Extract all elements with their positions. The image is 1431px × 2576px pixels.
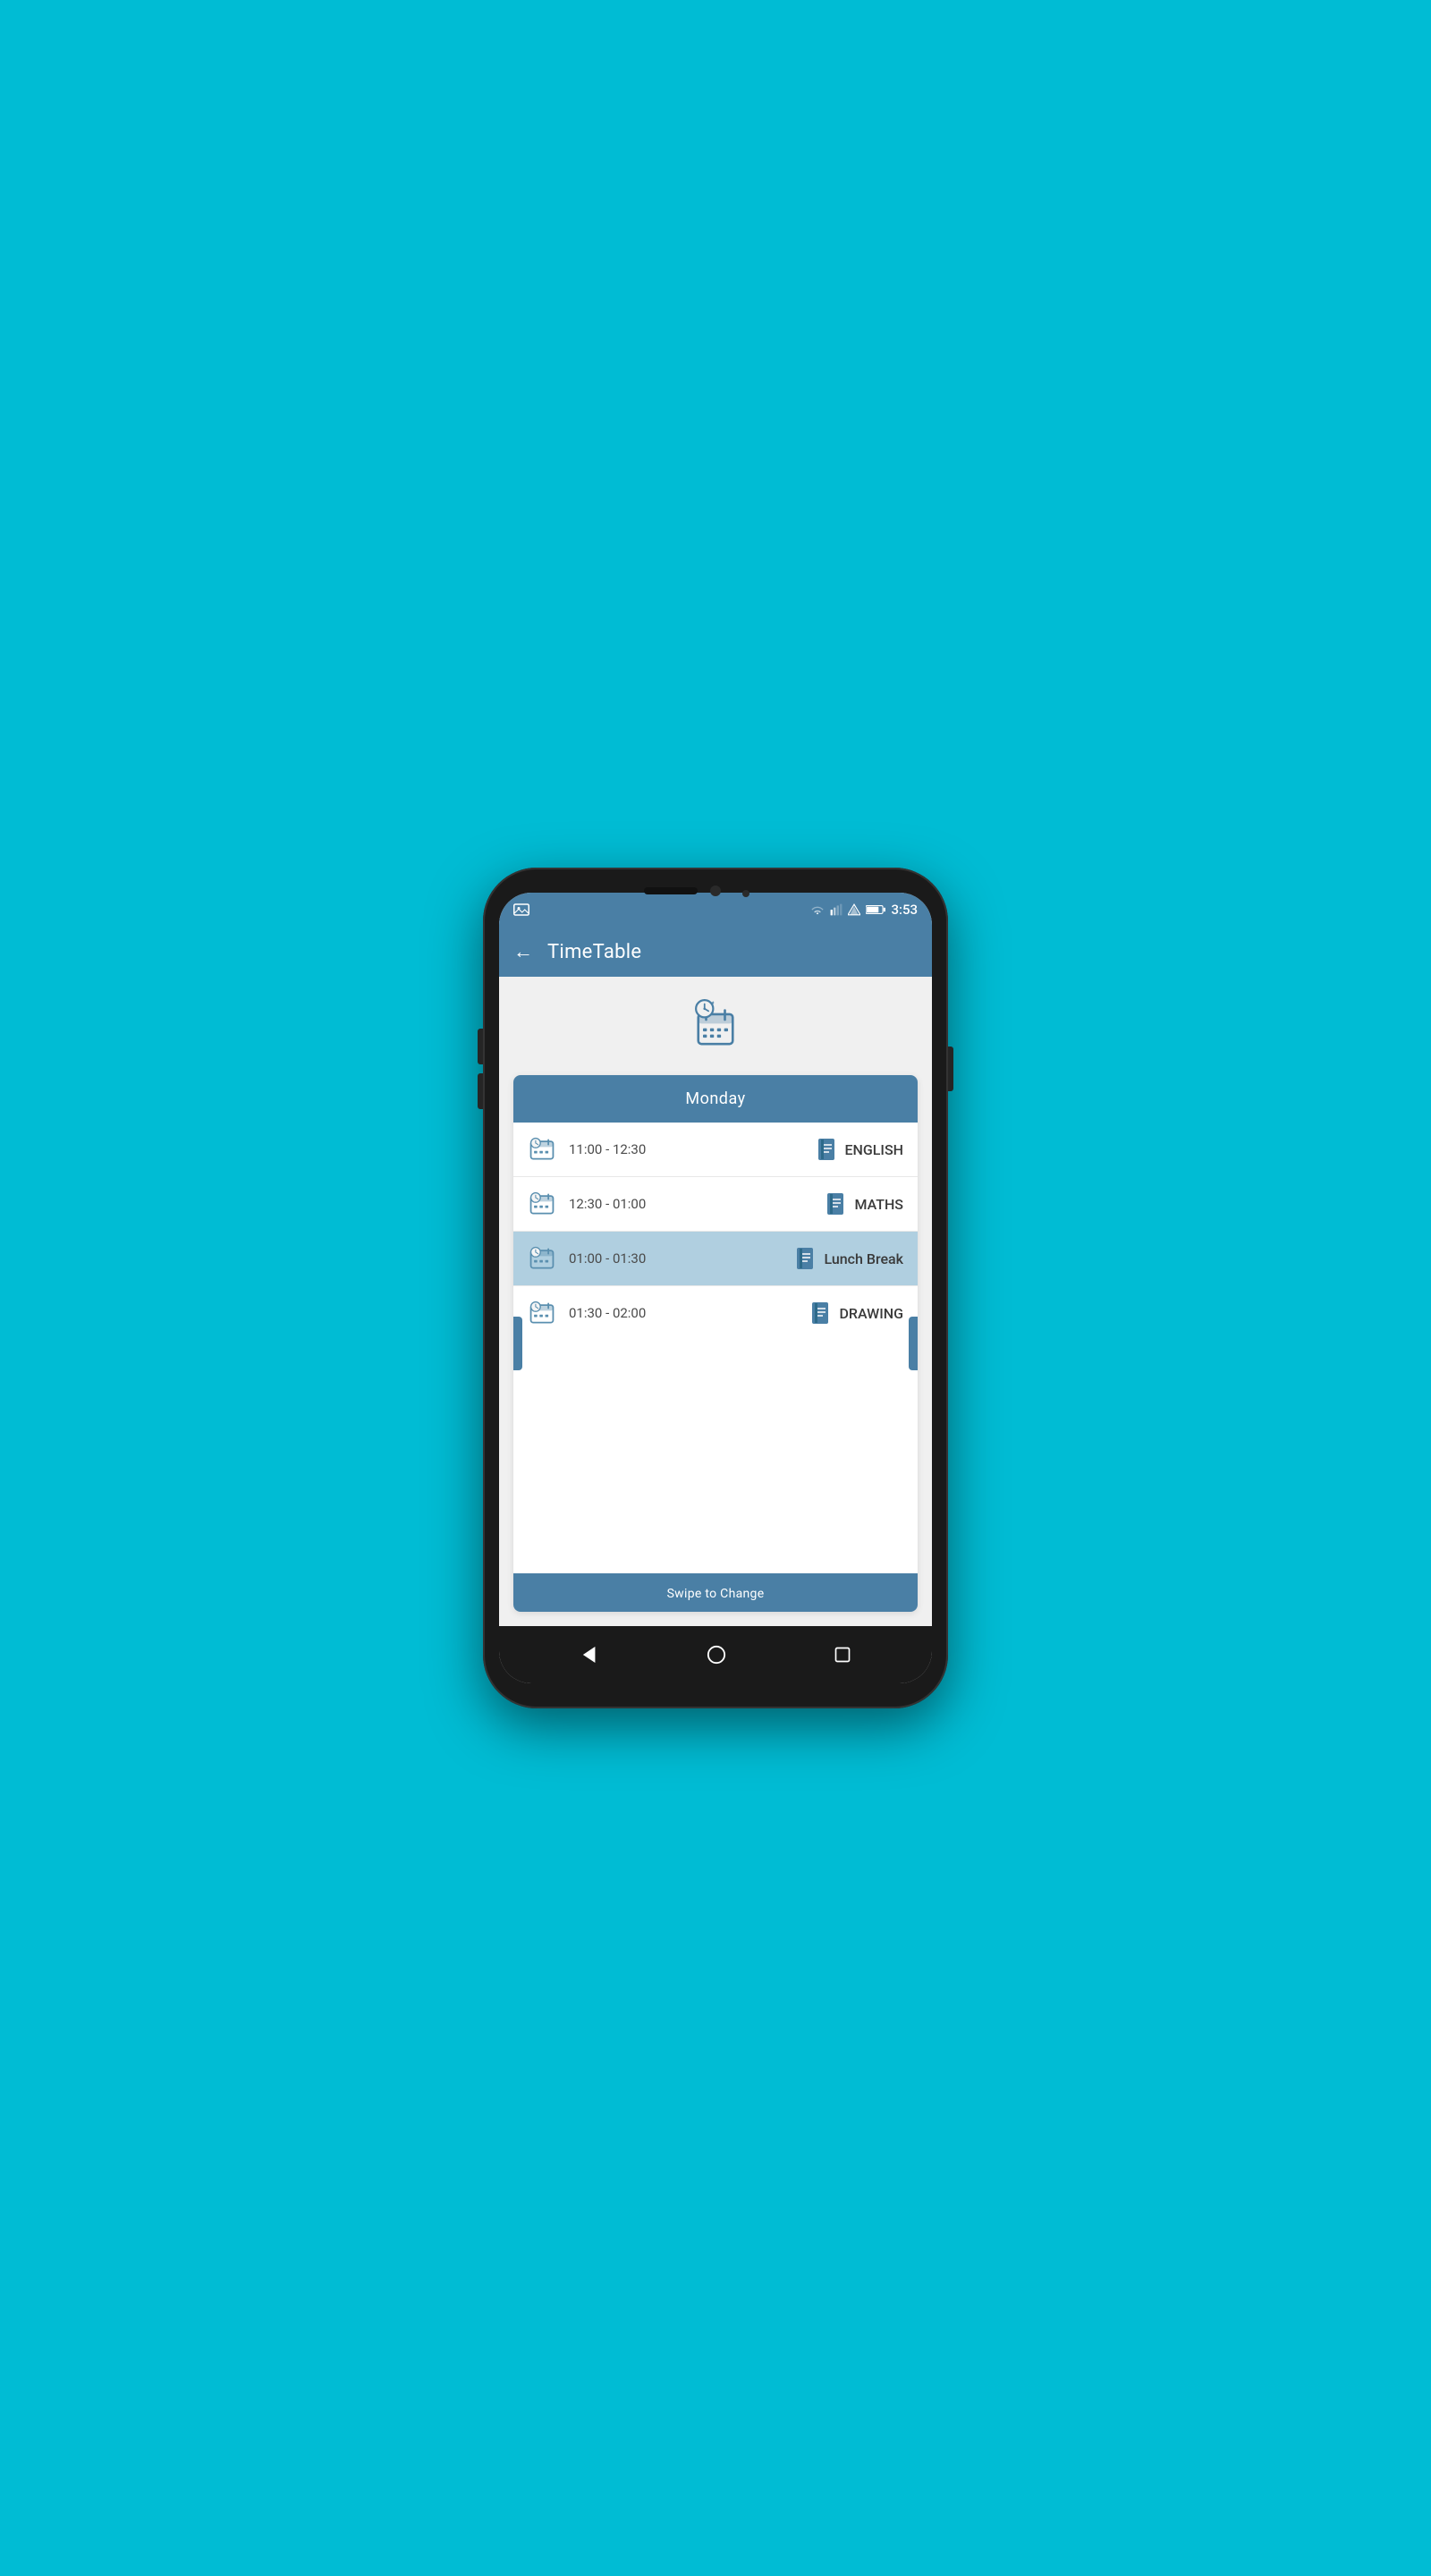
subject-icon-3 [810, 1301, 830, 1325]
row-subject-1: MATHS [854, 1196, 903, 1213]
swipe-footer[interactable]: Swipe to Change [513, 1573, 918, 1612]
signal2-icon [848, 903, 860, 916]
back-nav-button[interactable] [580, 1645, 599, 1665]
content-area: Monday [499, 977, 932, 1626]
recent-nav-button[interactable] [834, 1646, 851, 1664]
row-subject-2: Lunch Break [824, 1250, 903, 1267]
timetable-icon [684, 995, 747, 1057]
swipe-label: Swipe to Change [667, 1587, 765, 1601]
home-nav-button[interactable] [707, 1645, 726, 1665]
row-icon-1 [528, 1190, 556, 1218]
image-status-icon [513, 903, 529, 916]
row-icon-3 [528, 1299, 556, 1327]
signal1-icon [830, 903, 843, 916]
wifi-icon [810, 903, 825, 916]
schedule-row-3[interactable]: 01:30 - 02:00 DRAWING [513, 1286, 918, 1340]
row-time-2: 01:00 - 01:30 [569, 1250, 795, 1267]
schedule-row-1[interactable]: 12:30 - 01:00 MATHS [513, 1177, 918, 1232]
row-subject-3: DRAWING [839, 1305, 903, 1322]
row-time-3: 01:30 - 02:00 [569, 1305, 810, 1321]
row-time-0: 11:00 - 12:30 [569, 1141, 817, 1157]
timetable-icon-wrap [684, 995, 747, 1061]
volume-up-button[interactable] [478, 1029, 483, 1064]
day-header: Monday [513, 1075, 918, 1123]
volume-down-button[interactable] [478, 1073, 483, 1109]
status-left-icons [513, 903, 529, 916]
timetable-card: Monday [513, 1075, 918, 1612]
day-name: Monday [685, 1089, 745, 1108]
status-right-icons: 3:53 [810, 902, 918, 918]
subject-icon-2 [795, 1247, 815, 1270]
app-toolbar: ← TimeTable [499, 927, 932, 977]
page-title: TimeTable [547, 941, 641, 963]
status-bar: 3:53 [499, 893, 932, 927]
phone-frame: 3:53 ← TimeTable [483, 868, 948, 1708]
schedule-list[interactable]: 11:00 - 12:30 ENGLISH [513, 1123, 918, 1573]
timetable-card-wrapper: Monday [513, 1075, 918, 1612]
schedule-row-0[interactable]: 11:00 - 12:30 ENGLISH [513, 1123, 918, 1177]
navigation-bar [499, 1626, 932, 1683]
battery-icon [866, 904, 885, 915]
back-triangle-icon [580, 1645, 599, 1665]
row-subject-0: ENGLISH [845, 1141, 904, 1158]
back-button[interactable]: ← [513, 940, 533, 963]
row-icon-2 [528, 1244, 556, 1273]
recent-square-icon [834, 1646, 851, 1664]
power-button[interactable] [948, 1046, 953, 1091]
scroll-left-indicator [513, 1317, 522, 1370]
status-time: 3:53 [891, 902, 918, 918]
subject-icon-1 [826, 1192, 845, 1216]
row-icon-0 [528, 1135, 556, 1164]
phone-screen: 3:53 ← TimeTable [499, 893, 932, 1683]
scroll-right-indicator [909, 1317, 918, 1370]
subject-icon-0 [817, 1138, 836, 1161]
row-time-1: 12:30 - 01:00 [569, 1196, 826, 1212]
home-circle-icon [707, 1645, 726, 1665]
schedule-row-2[interactable]: 01:00 - 01:30 Lunch Break [513, 1232, 918, 1286]
